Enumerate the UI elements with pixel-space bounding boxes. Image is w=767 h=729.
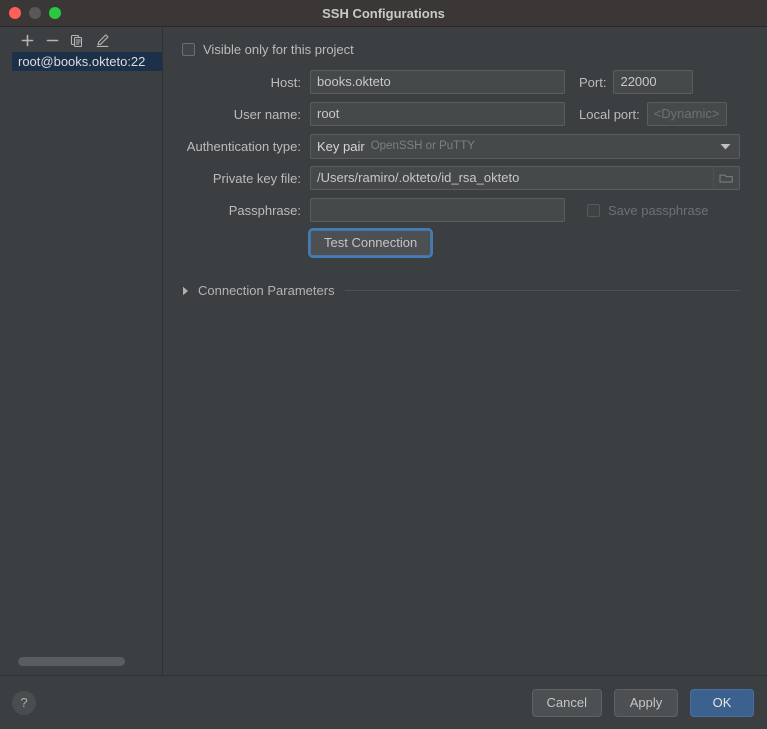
user-name-input[interactable]: root bbox=[310, 102, 565, 126]
configuration-list[interactable]: root@books.okteto:22 bbox=[0, 52, 162, 653]
visible-only-checkbox[interactable]: Visible only for this project bbox=[182, 42, 354, 57]
test-connection-row: Test Connection bbox=[173, 228, 740, 258]
connection-parameters-section[interactable]: Connection Parameters bbox=[182, 283, 740, 298]
authentication-type-hint: OpenSSH or PuTTY bbox=[370, 140, 475, 152]
close-window-button[interactable] bbox=[9, 7, 21, 19]
checkbox-box[interactable] bbox=[182, 42, 195, 56]
ok-button[interactable]: OK bbox=[690, 688, 754, 717]
form-spacer bbox=[173, 230, 310, 256]
copy-configuration-button[interactable] bbox=[66, 30, 88, 51]
connection-parameters-label: Connection Parameters bbox=[198, 283, 335, 298]
apply-button[interactable]: Apply bbox=[614, 688, 678, 717]
checkbox-box[interactable] bbox=[587, 203, 600, 217]
title-bar: SSH Configurations bbox=[0, 0, 767, 27]
add-configuration-button[interactable] bbox=[16, 30, 38, 51]
passphrase-label: Passphrase: bbox=[228, 202, 301, 218]
scrollbar-track[interactable] bbox=[18, 656, 154, 666]
chevron-down-icon[interactable] bbox=[720, 139, 731, 154]
scrollbar-thumb[interactable] bbox=[18, 656, 125, 666]
visible-only-label: Visible only for this project bbox=[203, 41, 354, 57]
remove-configuration-button[interactable] bbox=[41, 30, 63, 51]
dialog-footer: ? Cancel Apply OK bbox=[0, 675, 767, 729]
host-row: Host: books.okteto Port: 22000 bbox=[173, 70, 740, 94]
visible-only-row: Visible only for this project bbox=[173, 39, 740, 59]
edit-configuration-button[interactable] bbox=[91, 30, 113, 51]
folder-icon[interactable] bbox=[713, 167, 739, 189]
window-title: SSH Configurations bbox=[322, 5, 445, 21]
minimize-window-button[interactable] bbox=[29, 7, 41, 19]
user-name-row: User name: root Local port: <Dynamic> bbox=[173, 102, 740, 126]
authentication-type-row: Authentication type: Key pair OpenSSH or… bbox=[173, 133, 740, 159]
maximize-window-button[interactable] bbox=[49, 7, 61, 19]
triangle-right-icon[interactable] bbox=[182, 286, 189, 296]
dialog-body: root@books.okteto:22 Visible only for th… bbox=[0, 27, 767, 675]
save-passphrase-label: Save passphrase bbox=[608, 202, 709, 218]
passphrase-input[interactable] bbox=[310, 198, 565, 222]
save-passphrase-checkbox[interactable]: Save passphrase bbox=[587, 203, 708, 218]
host-input[interactable]: books.okteto bbox=[310, 70, 565, 94]
private-key-file-wrapper: /Users/ramiro/.okteto/id_rsa_okteto bbox=[310, 166, 740, 190]
passphrase-row: Passphrase: Save passphrase bbox=[173, 198, 740, 222]
window-controls bbox=[0, 7, 61, 19]
host-label: Host: bbox=[270, 74, 301, 90]
port-input[interactable]: 22000 bbox=[613, 70, 694, 94]
help-button[interactable]: ? bbox=[12, 690, 36, 715]
configuration-form: Visible only for this project Host: book… bbox=[163, 27, 767, 675]
authentication-type-value: Key pair bbox=[317, 138, 365, 154]
user-name-label: User name: bbox=[233, 106, 301, 122]
authentication-type-label: Authentication type: bbox=[186, 138, 301, 154]
private-key-file-row: Private key file: /Users/ramiro/.okteto/… bbox=[173, 166, 740, 190]
port-label: Port: bbox=[579, 74, 607, 90]
authentication-type-dropdown[interactable]: Key pair OpenSSH or PuTTY bbox=[310, 133, 740, 159]
section-divider bbox=[344, 290, 740, 291]
cancel-button[interactable]: Cancel bbox=[531, 688, 602, 717]
test-connection-button[interactable]: Test Connection bbox=[307, 228, 434, 258]
local-port-label: Local port: bbox=[579, 106, 640, 122]
sidebar-toolbar bbox=[0, 27, 162, 52]
list-item[interactable]: root@books.okteto:22 bbox=[12, 52, 162, 71]
private-key-file-label: Private key file: bbox=[212, 170, 301, 186]
local-port-input[interactable]: <Dynamic> bbox=[646, 102, 727, 126]
sidebar-horizontal-scrollbar[interactable] bbox=[0, 653, 162, 675]
private-key-file-input[interactable]: /Users/ramiro/.okteto/id_rsa_okteto bbox=[310, 166, 740, 190]
configurations-sidebar: root@books.okteto:22 bbox=[0, 27, 163, 675]
